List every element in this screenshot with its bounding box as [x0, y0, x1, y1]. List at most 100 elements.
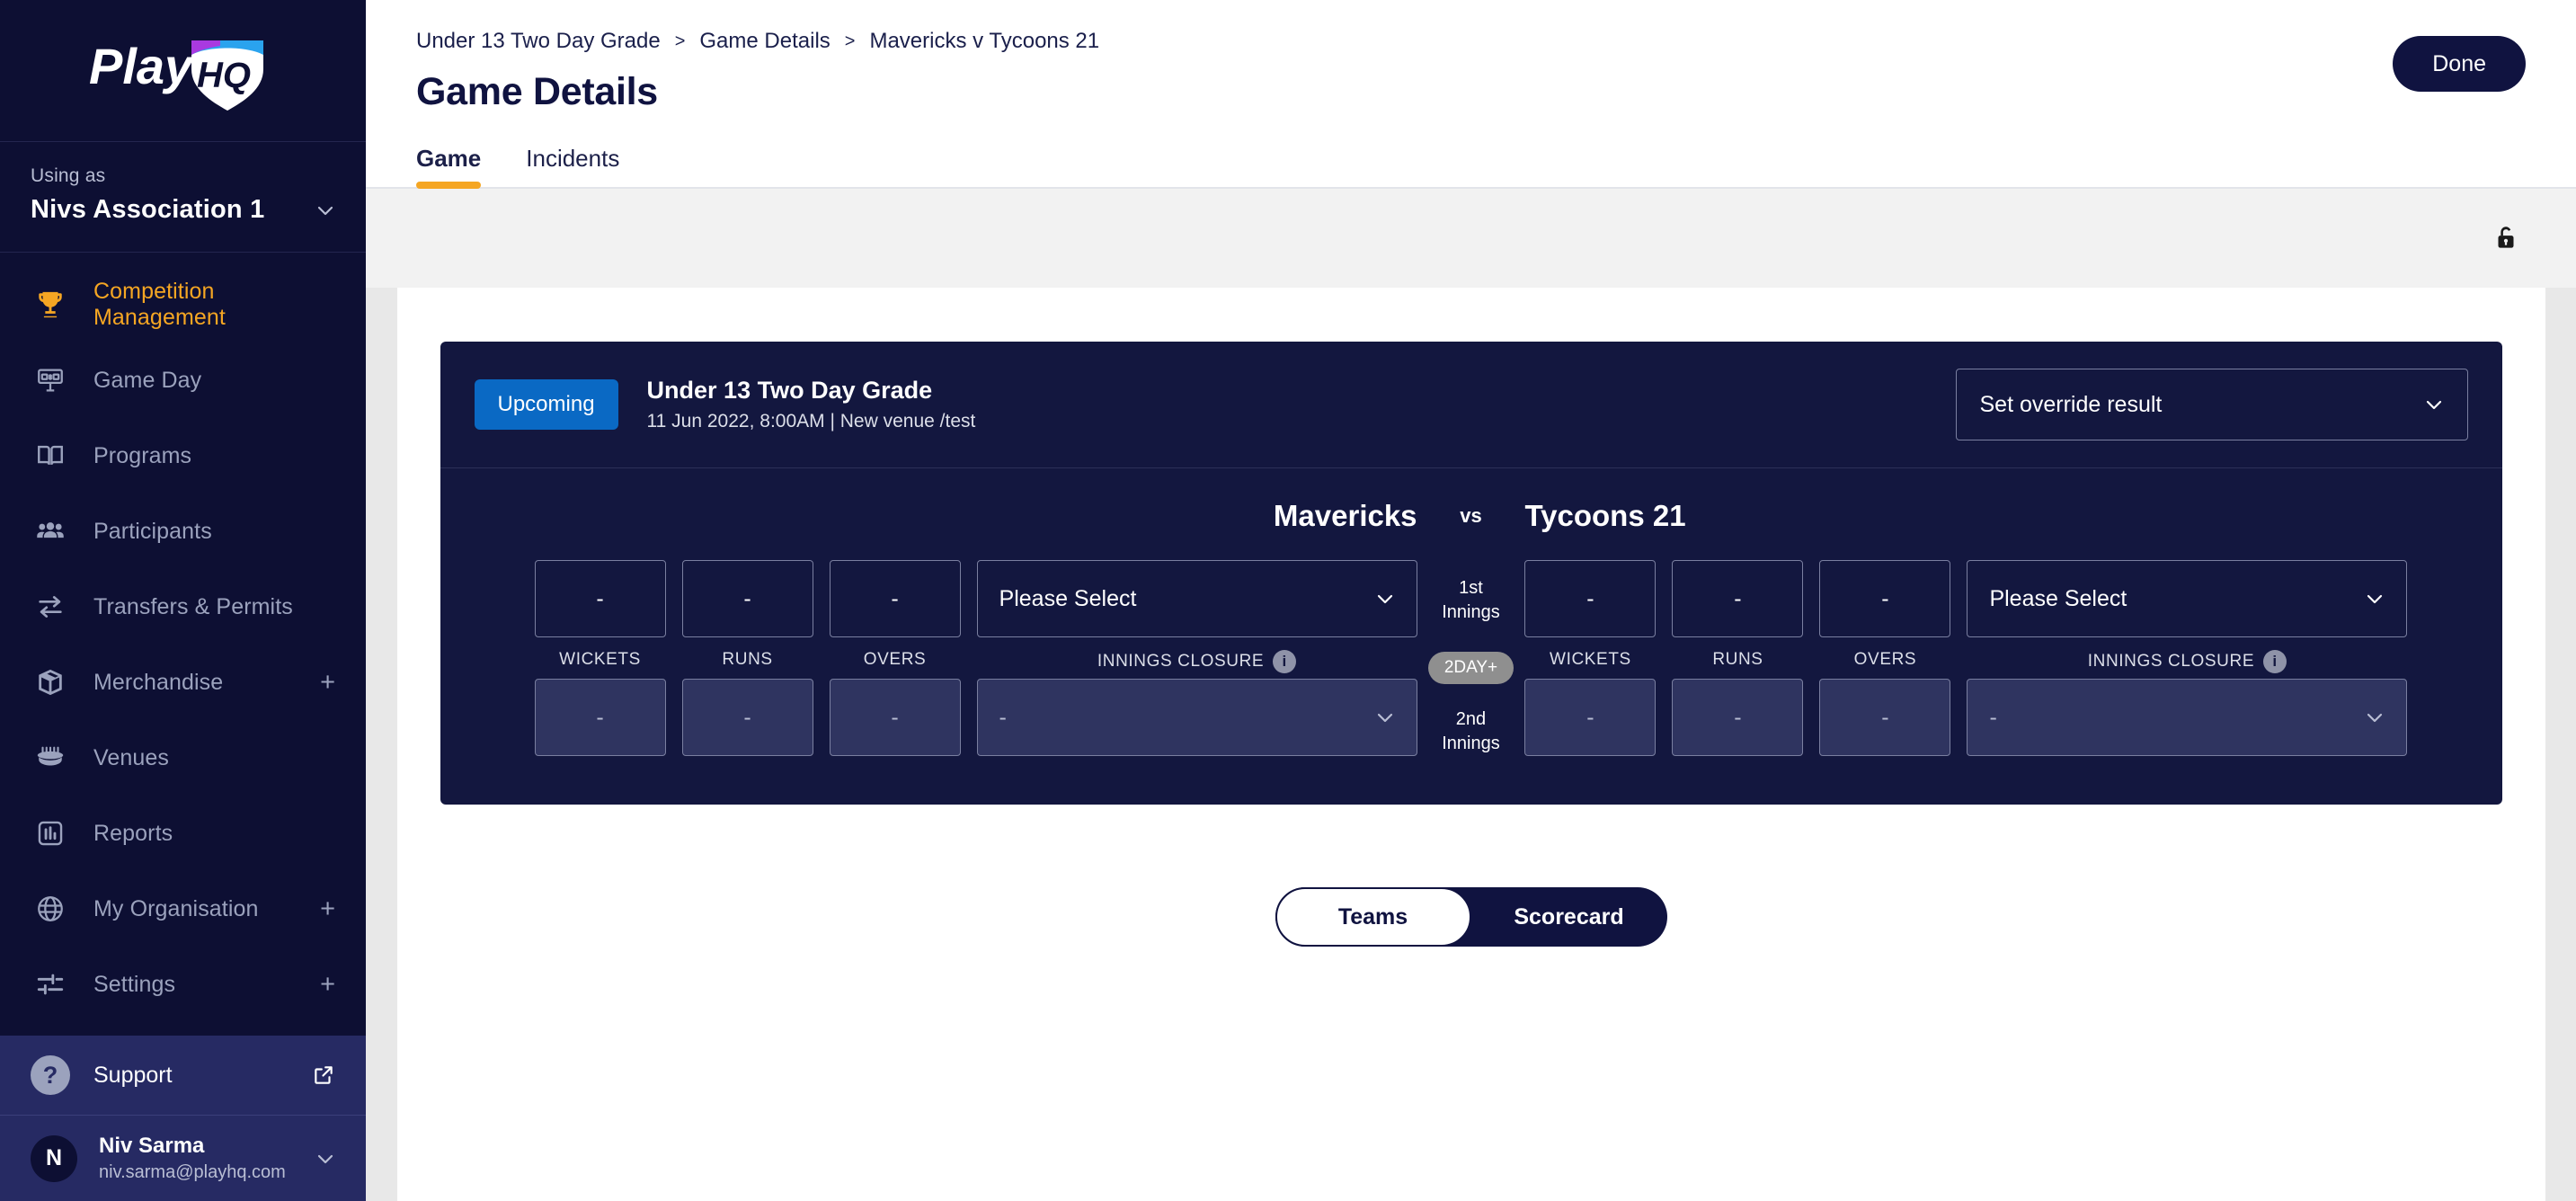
scoreboard-icon — [31, 360, 70, 400]
expand-plus-icon[interactable]: + — [320, 895, 335, 922]
chevron-down-icon — [2365, 589, 2385, 609]
sidebar-item-participants[interactable]: Participants — [0, 494, 366, 569]
wickets-label: WICKETS — [1550, 650, 1631, 669]
innings-center-column: 1st Innings 2DAY+ 2nd Innings — [1417, 560, 1525, 756]
home-1st-innings-closure-select[interactable]: Please Select — [976, 560, 1417, 637]
content-area: Upcoming Under 13 Two Day Grade 11 Jun 2… — [366, 288, 2576, 1201]
away-second-innings-row: - - - - — [1524, 679, 2467, 756]
game-panel: Upcoming Under 13 Two Day Grade 11 Jun 2… — [396, 288, 2545, 1201]
sidebar-item-competition-management[interactable]: Competition Management — [0, 267, 366, 343]
away-1st-innings-closure-select[interactable]: Please Select — [1967, 560, 2408, 637]
home-2nd-overs-input: - — [829, 679, 961, 756]
match-card: Upcoming Under 13 Two Day Grade 11 Jun 2… — [440, 342, 2502, 805]
sidebar-item-game-day[interactable]: Game Day — [0, 343, 366, 418]
stadium-icon — [31, 738, 70, 778]
away-2nd-innings-closure-select: - — [1967, 679, 2408, 756]
breadcrumb-separator: > — [844, 31, 856, 51]
closure-value: - — [999, 704, 1007, 730]
teams-scorecard-toggle: Teams Scorecard — [1275, 887, 1667, 947]
home-2nd-overs-cell: - — [829, 679, 961, 756]
home-2nd-closure-cell: - — [976, 679, 1417, 756]
playhq-logo[interactable]: Play HQ — [0, 0, 366, 142]
breadcrumb-item-2[interactable]: Mavericks v Tycoons 21 — [869, 29, 1099, 54]
chevron-down-icon — [1375, 707, 1395, 727]
playhq-logo-icon: Play HQ — [89, 26, 278, 116]
sidebar-item-label: Game Day — [93, 367, 202, 393]
second-innings-label: 2nd Innings — [1442, 707, 1500, 756]
away-first-innings-row: - WICKETS - RUNS - OVERS Please Select I… — [1524, 560, 2467, 673]
home-1st-overs-input[interactable]: - — [829, 560, 961, 637]
away-1st-runs-input[interactable]: - — [1672, 560, 1804, 637]
user-account[interactable]: N Niv Sarma niv.sarma@playhq.com — [0, 1115, 366, 1201]
away-side-inputs: - WICKETS - RUNS - OVERS Please Select I… — [1524, 560, 2467, 756]
app-root: Play HQ Using as Nivs Association 1 Comp… — [0, 0, 2576, 1201]
globe-icon — [31, 889, 70, 929]
teams-row: Mavericks vs Tycoons 21 — [475, 499, 2468, 533]
status-badge[interactable]: Upcoming — [474, 379, 618, 430]
org-name: Nivs Association 1 — [31, 195, 265, 224]
sidebar-item-transfers-permits[interactable]: Transfers & Permits — [0, 569, 366, 645]
away-1st-wickets-input[interactable]: - — [1524, 560, 1657, 637]
sidebar-item-label: My Organisation — [93, 895, 259, 921]
info-icon[interactable]: i — [1273, 650, 1297, 673]
set-override-result-select[interactable]: Set override result — [1955, 369, 2468, 440]
sidebar-item-venues[interactable]: Venues — [0, 720, 366, 796]
done-button[interactable]: Done — [2393, 36, 2526, 92]
box-icon — [31, 663, 70, 702]
vs-label: vs — [1460, 504, 1482, 527]
avatar: N — [31, 1134, 77, 1182]
tab-label: Game — [416, 145, 482, 172]
sidebar-item-label: Competition Management — [93, 279, 226, 330]
sidebar-item-settings[interactable]: Settings + — [0, 947, 366, 1022]
sidebar-item-support[interactable]: ? Support — [0, 1036, 366, 1115]
tab-bar: Game Incidents — [366, 145, 2576, 189]
sidebar-item-label: Reports — [93, 820, 173, 846]
away-2nd-wickets-input: - — [1524, 679, 1657, 756]
org-switcher[interactable]: Using as Nivs Association 1 — [0, 142, 366, 253]
overs-label: OVERS — [1853, 650, 1917, 669]
expand-plus-icon[interactable]: + — [320, 971, 335, 998]
sidebar-item-label: Programs — [93, 442, 192, 468]
first-innings-line2: Innings — [1442, 602, 1500, 622]
away-1st-wickets-cell: - WICKETS — [1524, 560, 1657, 673]
book-icon — [31, 436, 70, 476]
sidebar-item-programs[interactable]: Programs — [0, 418, 366, 494]
breadcrumb-item-0[interactable]: Under 13 Two Day Grade — [416, 29, 661, 54]
unlock-icon[interactable] — [2486, 218, 2526, 258]
toggle-option-scorecard[interactable]: Scorecard — [1471, 887, 1667, 947]
sidebar-item-merchandise[interactable]: Merchandise + — [0, 645, 366, 720]
chevron-down-icon — [2365, 707, 2385, 727]
closure-value: Please Select — [999, 585, 1137, 611]
away-2nd-overs-cell: - — [1819, 679, 1951, 756]
away-1st-overs-input[interactable]: - — [1819, 560, 1951, 637]
info-icon[interactable]: i — [2263, 650, 2287, 673]
chevron-down-icon — [315, 1149, 335, 1169]
teams-scorecard-toggle-wrap: Teams Scorecard — [440, 887, 2502, 1010]
tab-game[interactable]: Game — [416, 145, 482, 189]
sidebar: Play HQ Using as Nivs Association 1 Comp… — [0, 0, 366, 1201]
sidebar-item-my-organisation[interactable]: My Organisation + — [0, 871, 366, 947]
sidebar-item-label: Merchandise — [93, 669, 224, 695]
sidebar-item-reports[interactable]: Reports — [0, 796, 366, 871]
closure-value: - — [1989, 704, 1997, 730]
overs-label: OVERS — [863, 650, 927, 669]
match-datetime-venue: 11 Jun 2022, 8:00AM | New venue /test — [646, 411, 976, 431]
expand-plus-icon[interactable]: + — [320, 669, 335, 696]
innings-closure-label: INNINGS CLOSURE — [1097, 652, 1265, 671]
home-side-inputs: - WICKETS - RUNS - OVERS Please Select I… — [475, 560, 1417, 756]
runs-label: RUNS — [722, 650, 773, 669]
away-1st-overs-cell: - OVERS — [1819, 560, 1951, 673]
svg-text:Play: Play — [89, 38, 195, 94]
tab-incidents[interactable]: Incidents — [526, 145, 619, 187]
away-2nd-runs-cell: - — [1672, 679, 1804, 756]
toggle-option-teams[interactable]: Teams — [1275, 887, 1471, 947]
home-1st-overs-cell: - OVERS — [829, 560, 961, 673]
format-badge: 2DAY+ — [1427, 652, 1515, 684]
home-1st-wickets-input[interactable]: - — [534, 560, 666, 637]
home-1st-runs-input[interactable]: - — [681, 560, 813, 637]
chevron-down-icon — [1375, 589, 1395, 609]
breadcrumb-separator: > — [674, 31, 686, 51]
question-mark-icon: ? — [31, 1055, 70, 1095]
first-innings-label: 1st Innings — [1442, 576, 1500, 625]
breadcrumb-item-1[interactable]: Game Details — [699, 29, 830, 54]
